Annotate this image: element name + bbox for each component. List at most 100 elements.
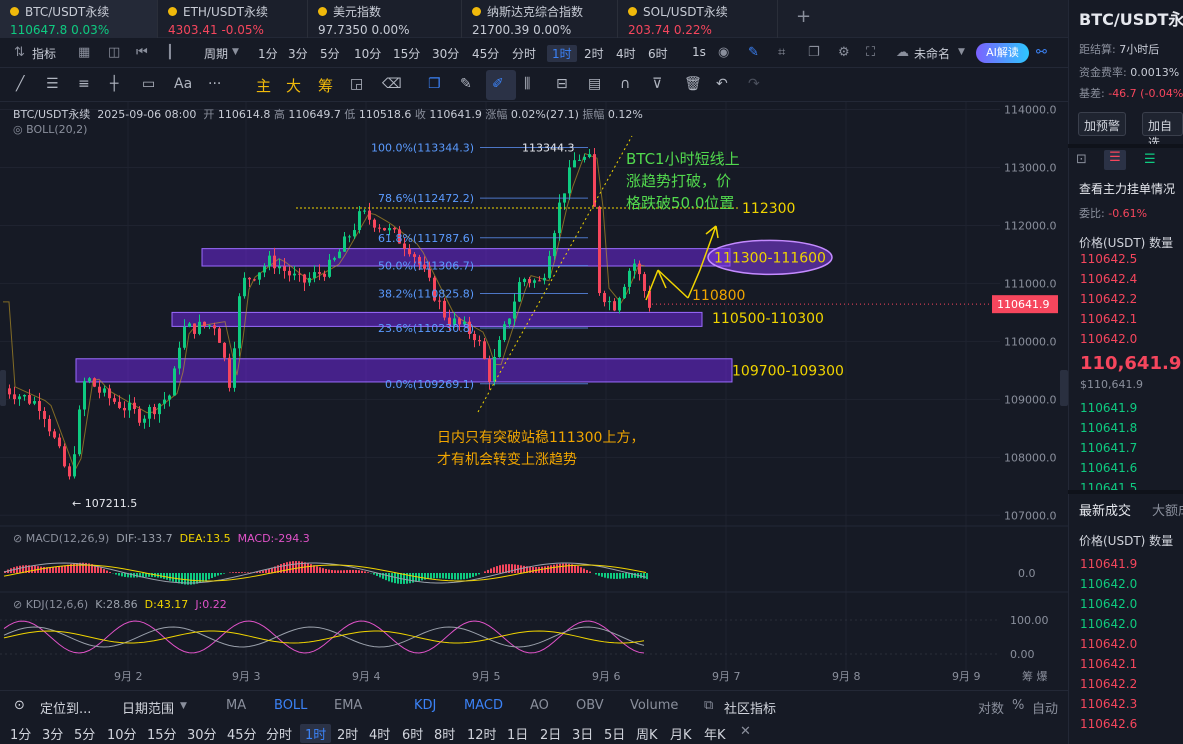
pencil-line-icon[interactable]: ✐ bbox=[492, 76, 504, 92]
more-tools-icon[interactable]: ··· bbox=[208, 76, 221, 92]
period-button[interactable]: 4时 bbox=[369, 724, 390, 743]
camera-icon[interactable]: ◉ bbox=[718, 45, 729, 60]
boll-legend[interactable]: ◎ BOLL(20,2) bbox=[13, 123, 87, 136]
bid-price[interactable]: 110641.6 bbox=[1080, 461, 1137, 475]
main-orders-link[interactable]: 查看主力挂单情况 bbox=[1079, 180, 1175, 197]
symbol-tab[interactable]: ETH/USDT永续 4303.41 -0.05% bbox=[158, 0, 308, 38]
interval-button[interactable]: 4时 bbox=[616, 45, 636, 62]
indicator-toggle[interactable]: BOLL bbox=[274, 698, 307, 713]
big-order-button[interactable]: 大 bbox=[286, 75, 301, 96]
fullscreen-icon[interactable]: ⛶ bbox=[866, 45, 875, 60]
indicator-toggle[interactable]: KDJ bbox=[414, 698, 436, 713]
interval-button[interactable]: 5分 bbox=[320, 45, 340, 62]
text-tool-icon[interactable]: Aa bbox=[174, 76, 192, 92]
rectangle-tool-icon[interactable]: ▭ bbox=[142, 76, 155, 92]
indicator-toggle[interactable]: OBV bbox=[576, 698, 604, 713]
pin-icon[interactable]: ⊡ bbox=[1076, 152, 1087, 167]
crop-icon[interactable]: ⌗ bbox=[778, 45, 785, 60]
period-button[interactable]: 12时 bbox=[467, 724, 497, 743]
trendline-tool-icon[interactable]: ╱ bbox=[16, 76, 24, 92]
period-button[interactable]: 3分 bbox=[42, 724, 63, 743]
interval-button[interactable]: 1分 bbox=[258, 45, 278, 62]
log-scale-toggle[interactable]: 对数 bbox=[978, 698, 1004, 717]
interval-button[interactable]: 6时 bbox=[648, 45, 668, 62]
period-button[interactable]: 年K bbox=[704, 724, 726, 743]
period-button[interactable]: 6时 bbox=[402, 724, 423, 743]
interval-button[interactable]: 30分 bbox=[432, 45, 459, 62]
period-button[interactable]: 2日 bbox=[540, 724, 561, 743]
copy-icon[interactable]: ❐ bbox=[428, 76, 441, 92]
symbol-tab[interactable]: BTC/USDT永续 110647.8 0.03% bbox=[0, 0, 158, 38]
period-button[interactable]: 月K bbox=[670, 724, 692, 743]
period-button[interactable]: 5日 bbox=[604, 724, 625, 743]
add-tab-icon[interactable]: + bbox=[796, 6, 811, 27]
parallel-tool-icon[interactable]: ☰ bbox=[46, 76, 59, 92]
layout-name-dropdown[interactable]: 未命名 bbox=[914, 45, 950, 62]
bid-price[interactable]: 110641.8 bbox=[1080, 421, 1137, 435]
interval-button[interactable]: 分时 bbox=[512, 45, 536, 62]
period-button[interactable]: 2时 bbox=[337, 724, 358, 743]
ask-price[interactable]: 110642.1 bbox=[1080, 312, 1137, 326]
trash-icon[interactable]: 🗑 bbox=[684, 76, 702, 92]
chart-tool-icon[interactable]: ◲ bbox=[350, 76, 363, 92]
gear-icon[interactable]: ⚙ bbox=[838, 45, 850, 60]
date-range-dropdown[interactable]: 日期范围 bbox=[122, 698, 174, 717]
add-alert-button[interactable]: 加预警 bbox=[1078, 112, 1127, 136]
filter-icon[interactable]: ⊽ bbox=[652, 76, 662, 92]
locate-button[interactable]: 定位到... bbox=[40, 698, 91, 717]
period-button[interactable]: 10分 bbox=[107, 724, 137, 743]
community-icon[interactable]: ⧉ bbox=[704, 698, 713, 713]
indicator-icon[interactable]: ⇅ bbox=[14, 45, 25, 60]
locate-icon[interactable]: ⊙ bbox=[14, 698, 25, 713]
close-icon[interactable]: ✕ bbox=[740, 724, 751, 739]
period-button[interactable]: 3日 bbox=[572, 724, 593, 743]
indicator-toggle[interactable]: Volume bbox=[630, 698, 678, 713]
indicator-toggle[interactable]: EMA bbox=[334, 698, 362, 713]
period-button[interactable]: 1时 bbox=[300, 724, 332, 743]
channel-tool-icon[interactable]: ≡ bbox=[78, 76, 90, 92]
interval-button[interactable]: 1s bbox=[692, 45, 706, 59]
period-button[interactable]: 8时 bbox=[434, 724, 455, 743]
interval-button[interactable]: 1时 bbox=[547, 45, 577, 62]
percent-toggle[interactable]: % bbox=[1012, 698, 1024, 713]
left-scroll-handle[interactable] bbox=[0, 370, 6, 406]
add-watchlist-button[interactable]: 加自选 bbox=[1142, 112, 1183, 150]
clear-tool-icon[interactable]: ⌫ bbox=[382, 76, 402, 92]
layers-icon[interactable]: ❐ bbox=[808, 45, 820, 60]
candle-type-icon[interactable]: ┃ bbox=[166, 45, 174, 60]
ask-price[interactable]: 110642.0 bbox=[1080, 332, 1137, 346]
symbol-tab[interactable]: 美元指数 97.7350 0.00% bbox=[308, 0, 462, 38]
pen-icon[interactable]: ✎ bbox=[748, 45, 759, 60]
right-scroll-handle[interactable] bbox=[1060, 370, 1068, 406]
collapse-icon[interactable]: ⊘ bbox=[13, 532, 22, 545]
measure-icon[interactable]: ⫼ bbox=[524, 76, 530, 92]
ask-price[interactable]: 110642.5 bbox=[1080, 252, 1137, 266]
period-button[interactable]: 1分 bbox=[10, 724, 31, 743]
period-dropdown[interactable]: 周期 bbox=[204, 45, 228, 62]
community-indicators[interactable]: 社区指标 bbox=[724, 698, 776, 717]
layout-icon[interactable]: ◫ bbox=[108, 45, 120, 60]
magnet-icon[interactable]: ∩ bbox=[620, 76, 630, 92]
indicator-toggle[interactable]: AO bbox=[530, 698, 549, 713]
bid-price[interactable]: 110641.9 bbox=[1080, 401, 1137, 415]
symbol-tab[interactable]: 纳斯达克综合指数 21700.39 0.00% bbox=[462, 0, 618, 38]
symbol-tab[interactable]: SOL/USDT永续 203.74 0.22% bbox=[618, 0, 778, 38]
calendar-icon[interactable]: ▦ bbox=[78, 45, 90, 60]
bid-price[interactable]: 110641.7 bbox=[1080, 441, 1137, 455]
ask-price[interactable]: 110642.2 bbox=[1080, 292, 1137, 306]
auto-scale-toggle[interactable]: 自动 bbox=[1032, 698, 1058, 717]
hline-tool-icon[interactable]: ┼ bbox=[110, 76, 118, 92]
eye-icon[interactable]: ◎ bbox=[13, 123, 23, 136]
macd-legend[interactable]: ⊘ MACD(12,26,9) DIF:-133.7 DEA:13.5 MACD… bbox=[13, 532, 310, 545]
note-icon[interactable]: ▤ bbox=[588, 76, 601, 92]
interval-button[interactable]: 3分 bbox=[288, 45, 308, 62]
period-button[interactable]: 30分 bbox=[187, 724, 217, 743]
lock-icon[interactable]: ⊟ bbox=[556, 76, 568, 92]
interval-button[interactable]: 15分 bbox=[393, 45, 420, 62]
period-button[interactable]: 15分 bbox=[147, 724, 177, 743]
chip-button[interactable]: 筹 bbox=[318, 75, 333, 96]
period-button[interactable]: 周K bbox=[636, 724, 658, 743]
share-icon[interactable]: ⚯ bbox=[1036, 45, 1047, 60]
period-button[interactable]: 5分 bbox=[74, 724, 95, 743]
indicators-button[interactable]: 指标 bbox=[32, 45, 56, 62]
